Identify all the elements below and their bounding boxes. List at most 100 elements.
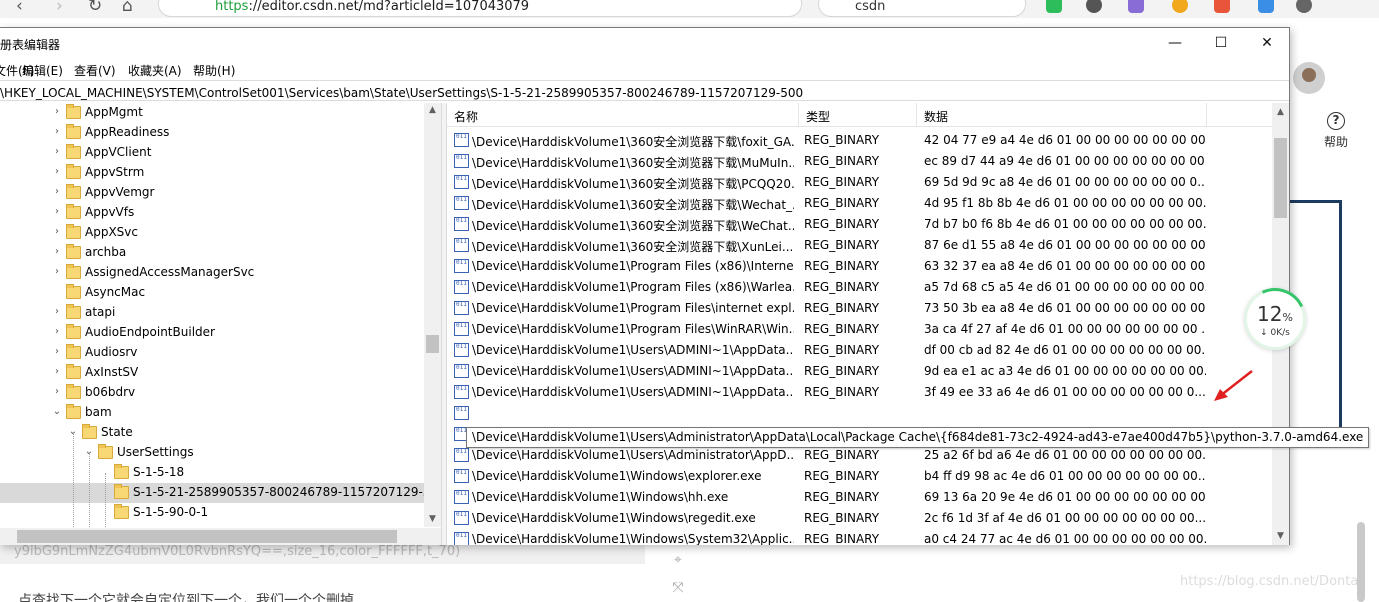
browser-search-box[interactable]: csdn [818,0,1026,17]
address-bar[interactable]: https://editor.csdn.net/md?articleId=107… [158,0,802,17]
scroll-down-icon[interactable]: ▼ [424,514,441,524]
menu-item[interactable]: 编辑(E) [22,62,63,79]
tree-item[interactable]: ›AsyncMac [0,283,430,303]
value-row[interactable]: 011 110\Device\HarddiskVolume1\360安全浏览器下… [447,235,1207,256]
refresh-icon[interactable]: ↻ [88,0,102,16]
minimize-button[interactable]: — [1152,28,1198,58]
game-icon[interactable] [1214,0,1230,13]
tree-item[interactable]: › b06bdrv [0,383,430,403]
tree-item[interactable]: › AppVClient [0,143,430,163]
scroll-up-icon[interactable]: ▲ [424,105,441,115]
tree-horizontal-scrollbar[interactable] [0,528,441,545]
close-button[interactable]: ✕ [1244,28,1290,58]
value-row[interactable]: 011 110\Device\HarddiskVolume1\Program F… [447,319,1207,340]
tree-vertical-scrollbar[interactable]: ▲ ▼ [424,103,441,527]
extension-icon[interactable] [1046,0,1062,13]
list-scroll-thumb[interactable] [1274,138,1287,218]
maximize-button[interactable]: ☐ [1198,28,1244,58]
menu-item[interactable]: 收藏夹(A) [128,62,182,79]
tree-item[interactable]: › AudioEndpointBuilder [0,323,430,343]
forward-icon[interactable]: › [56,0,63,16]
expand-icon[interactable]: ⤧ [666,580,690,596]
windows-icon[interactable] [1258,0,1274,13]
locate-icon[interactable]: ⌖ [666,552,690,568]
tree-item[interactable]: ⌄ bam [0,403,430,423]
back-icon[interactable]: ‹ [16,0,23,16]
tree-item[interactable]: › AppXSvc [0,223,430,243]
tree-item[interactable]: ›S-1-5-21-2589905357-800246789-115720712… [0,483,441,503]
tree-item[interactable]: ›S-1-5-18 [0,463,430,483]
registry-path[interactable]: 计算机\HKEY_LOCAL_MACHINE\SYSTEM\ControlSet… [0,84,803,101]
coin-icon[interactable] [1172,0,1188,13]
value-row[interactable]: 011 110\Device\HarddiskVolume1\360安全浏览器下… [447,193,1207,214]
value-row[interactable]: 011 110 [447,403,1207,424]
tree-item[interactable]: › AppvStrm [0,163,430,183]
chevron-right-icon[interactable]: › [52,306,62,317]
tree-item[interactable]: › AxInstSV [0,363,430,383]
tree-scroll-thumb[interactable] [426,335,439,353]
chevron-right-icon[interactable]: › [52,186,62,197]
home-icon[interactable]: ⌂ [122,0,133,16]
value-row[interactable]: 011 110\Device\HarddiskVolume1\Windows\h… [447,487,1207,508]
value-row[interactable]: 011 110\Device\HarddiskVolume1\Users\ADM… [447,361,1207,382]
value-row[interactable]: 011 110\Device\HarddiskVolume1\360安全浏览器下… [447,151,1207,172]
value-row[interactable]: 011 110\Device\HarddiskVolume1\Windows\e… [447,466,1207,487]
chevron-right-icon[interactable]: › [52,366,62,377]
chevron-down-icon[interactable]: ⌄ [52,406,62,417]
tree-item[interactable]: ⌄ State [0,423,430,443]
tree-item[interactable]: ⌄ UserSettings [0,443,430,463]
url-text[interactable]: https://editor.csdn.net/md?articleId=107… [215,0,529,14]
value-row[interactable]: 011 110\Device\HarddiskVolume1\Users\ADM… [447,382,1207,403]
title-bar[interactable]: 注册表编辑器 — ☐ ✕ [0,28,1289,58]
editor-text-line: 点查找下一个它就会自定位到下一个，我们一个个删掉 [18,593,354,602]
tree-item[interactable]: › AppvVemgr [0,183,430,203]
column-header-name[interactable]: 名称 [447,103,799,127]
value-row[interactable]: 011 110\Device\HarddiskVolume1\360安全浏览器下… [447,172,1207,193]
tree-item[interactable]: › AppvVfs [0,203,430,223]
history-icon[interactable] [1296,0,1312,13]
help-button[interactable]: ? 帮助 [1306,112,1366,150]
value-row[interactable]: 011 110\Device\HarddiskVolume1\Program F… [447,277,1207,298]
column-header-data[interactable]: 数据 [917,103,1207,127]
page-scrollbar[interactable] [1357,522,1365,602]
value-row[interactable]: 011 110\Device\HarddiskVolume1\Program F… [447,298,1207,319]
network-speed-widget[interactable]: 12% ↓ 0K/s [1235,279,1315,359]
chevron-right-icon[interactable]: › [52,166,62,177]
tree-item[interactable]: › AppMgmt [0,103,430,123]
chevron-right-icon[interactable]: › [52,266,62,277]
chevron-right-icon[interactable]: › [52,226,62,237]
avatar[interactable] [1293,62,1325,94]
value-row[interactable]: 011 110\Device\HarddiskVolume1\Users\Adm… [447,445,1207,466]
scroll-down-icon[interactable]: ▼ [1272,531,1289,541]
browser-search-text[interactable]: csdn [855,0,885,14]
chevron-right-icon[interactable]: › [52,326,62,337]
scroll-up-icon[interactable]: ▲ [1272,107,1289,117]
chevron-right-icon[interactable]: › [52,206,62,217]
value-row[interactable]: 011 110\Device\HarddiskVolume1\Users\ADM… [447,340,1207,361]
value-row[interactable]: 011 110\Device\HarddiskVolume1\360安全浏览器下… [447,214,1207,235]
chevron-right-icon[interactable]: › [52,146,62,157]
value-row[interactable]: 011 110\Device\HarddiskVolume1\Program F… [447,256,1207,277]
value-row[interactable]: 011 110\Device\HarddiskVolume1\360安全浏览器下… [447,130,1207,151]
translate-icon[interactable] [1128,0,1144,13]
tree-item[interactable]: › AssignedAccessManagerSvc [0,263,430,283]
tree-item-label: State [101,425,133,439]
tree-item[interactable]: › AppReadiness [0,123,430,143]
tree-hscroll-thumb[interactable] [17,530,397,543]
scissors-icon[interactable] [1086,0,1102,13]
column-header-type[interactable]: 类型 [799,103,917,127]
registry-address-bar[interactable]: 计算机\HKEY_LOCAL_MACHINE\SYSTEM\ControlSet… [0,80,1289,101]
value-row[interactable]: 011 110\Device\HarddiskVolume1\Windows\r… [447,508,1207,529]
tree-item[interactable]: › Audiosrv [0,343,430,363]
menu-item[interactable]: 帮助(H) [193,62,235,79]
chevron-right-icon[interactable]: › [52,346,62,357]
chevron-right-icon[interactable]: › [52,106,62,117]
value-row[interactable]: 011 110\Device\HarddiskVolume1\Windows\S… [447,529,1207,545]
chevron-right-icon[interactable]: › [52,246,62,257]
chevron-right-icon[interactable]: › [52,126,62,137]
menu-item[interactable]: 查看(V) [74,62,116,79]
tree-item[interactable]: › archba [0,243,430,263]
tree-item[interactable]: ›S-1-5-90-0-1 [0,503,430,523]
chevron-right-icon[interactable]: › [52,386,62,397]
tree-item[interactable]: › atapi [0,303,430,323]
